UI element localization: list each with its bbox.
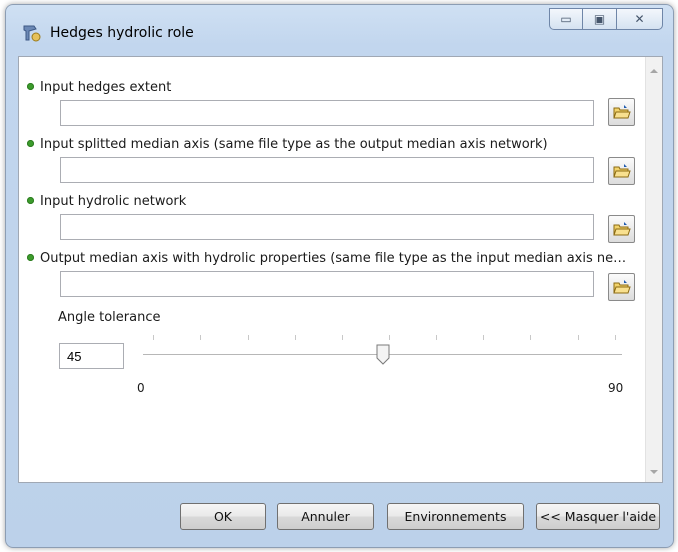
required-dot-icon: [27, 83, 34, 90]
maximize-button[interactable]: ▣: [583, 8, 617, 30]
minimize-icon: ▭: [560, 12, 572, 26]
slider-max-label: 90: [608, 381, 624, 395]
window-controls: ▭ ▣ ✕: [549, 8, 663, 30]
scroll-down-icon[interactable]: [650, 470, 658, 474]
parameters-panel: Input hedges extent Input splitted media…: [18, 56, 663, 483]
slider-tick: [248, 335, 249, 340]
close-icon: ✕: [634, 12, 645, 26]
dialog-button-bar: OK Annuler Environnements << Masquer l'a…: [18, 483, 663, 545]
open-folder-icon: [612, 105, 631, 119]
param-label-hydrolic-network: Input hydrolic network: [27, 194, 186, 209]
environments-button[interactable]: Environnements: [387, 503, 524, 530]
angle-tolerance-label: Angle tolerance: [58, 310, 161, 325]
splitted-median-axis-input[interactable]: [60, 157, 594, 183]
slider-tick: [200, 335, 201, 340]
vertical-scrollbar[interactable]: [645, 57, 662, 482]
slider-tick: [153, 335, 154, 340]
close-button[interactable]: ✕: [617, 8, 663, 30]
required-dot-icon: [27, 140, 34, 147]
slider-tick: [295, 335, 296, 340]
required-dot-icon: [27, 197, 34, 204]
tool-icon: [23, 25, 41, 42]
angle-slider-thumb[interactable]: [376, 344, 390, 365]
param-label-output-median-axis: Output median axis with hydrolic propert…: [27, 251, 626, 266]
param-label-text: Input splitted median axis (same file ty…: [40, 137, 548, 152]
slider-tick: [578, 335, 579, 340]
title-bar[interactable]: Hedges hydrolic role ▭ ▣ ✕: [6, 5, 673, 55]
param-label-text: Input hedges extent: [40, 80, 172, 95]
open-folder-icon: [612, 280, 631, 294]
hedges-extent-input[interactable]: [60, 100, 594, 126]
cancel-button[interactable]: Annuler: [277, 503, 374, 530]
open-folder-icon: [612, 164, 631, 178]
window-title: Hedges hydrolic role: [50, 25, 194, 41]
output-median-axis-input[interactable]: [60, 271, 594, 297]
param-label-text: Output median axis with hydrolic propert…: [40, 251, 627, 266]
browse-hydrolic-network-button[interactable]: [608, 215, 635, 243]
slider-tick: [615, 335, 616, 340]
required-dot-icon: [27, 254, 34, 261]
maximize-icon: ▣: [593, 12, 606, 26]
open-folder-icon: [612, 222, 631, 236]
browse-hedges-extent-button[interactable]: [608, 98, 635, 126]
param-label-hedges-extent: Input hedges extent: [27, 80, 171, 95]
angle-tolerance-input[interactable]: [59, 343, 124, 369]
browse-output-median-axis-button[interactable]: [608, 273, 635, 301]
dialog-window: Hedges hydrolic role ▭ ▣ ✕ Input hedges …: [5, 4, 674, 548]
browse-splitted-median-axis-button[interactable]: [608, 157, 635, 185]
hydrolic-network-input[interactable]: [60, 214, 594, 240]
slider-tick: [389, 335, 390, 340]
param-label-splitted-median-axis: Input splitted median axis (same file ty…: [27, 137, 548, 152]
slider-tick: [342, 335, 343, 340]
slider-tick: [530, 335, 531, 340]
slider-min-label: 0: [137, 381, 145, 395]
slider-tick: [483, 335, 484, 340]
ok-button[interactable]: OK: [180, 503, 266, 530]
param-label-text: Input hydrolic network: [40, 194, 187, 209]
slider-tick: [436, 335, 437, 340]
hide-help-button[interactable]: << Masquer l'aide: [536, 503, 660, 530]
minimize-button[interactable]: ▭: [549, 8, 583, 30]
scroll-up-icon[interactable]: [650, 69, 658, 73]
